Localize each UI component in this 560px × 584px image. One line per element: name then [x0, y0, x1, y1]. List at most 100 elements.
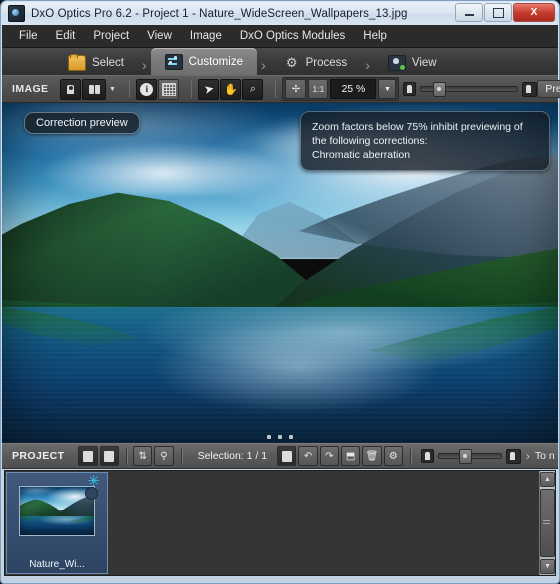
- zoom-controls: ✢ 1:1 25 % ▼: [282, 77, 400, 101]
- scrollbar-thumb[interactable]: [540, 489, 555, 557]
- image-toolbar: IMAGE ▼ i ➤ ✋ ⌕ ✢ 1:1 25 % ▼ Pre: [2, 76, 560, 103]
- tab-view-label: View: [411, 56, 437, 69]
- zoom-level-value[interactable]: 25 %: [330, 79, 377, 99]
- zoom-tool-button[interactable]: ⌕: [242, 78, 264, 100]
- application-window: DxO Optics Pro 6.2 - Project 1 - Nature_…: [0, 0, 560, 584]
- thumbnail-size-track[interactable]: [437, 449, 502, 464]
- menu-item-dxo-optics-modules[interactable]: DxO Optics Modules: [231, 27, 354, 45]
- window-controls: X: [454, 3, 555, 22]
- thumbnail-photo: [20, 487, 94, 535]
- thumbnail-size-slider[interactable]: [420, 448, 521, 464]
- list-item[interactable]: ✳ Nature_Wi...: [6, 472, 108, 574]
- hand-tool-button[interactable]: ✋: [220, 78, 242, 100]
- close-button[interactable]: X: [513, 3, 555, 22]
- menu-item-file[interactable]: File: [10, 27, 47, 45]
- tab-separator-2: ›: [260, 57, 266, 73]
- select-all-button[interactable]: ⬒: [341, 446, 361, 466]
- menu-item-view[interactable]: View: [138, 27, 181, 45]
- project-divider-1: [126, 448, 128, 464]
- grid-button[interactable]: [158, 78, 180, 100]
- zoom-slider-track[interactable]: [420, 82, 519, 97]
- grid-icon: [161, 82, 176, 96]
- workflow-tab-bar: Select › Customize › ⚙ Process › View: [2, 48, 558, 76]
- presets-button[interactable]: Presets ▼: [537, 80, 560, 98]
- project-divider-3: [409, 448, 412, 464]
- zoom-slider[interactable]: [403, 81, 538, 97]
- menu-item-project[interactable]: Project: [84, 27, 138, 45]
- tab-separator-1: ›: [141, 57, 147, 73]
- redo-button[interactable]: ↷: [319, 446, 339, 466]
- thumb-vignette: [20, 487, 94, 535]
- presets-label: Presets: [545, 83, 560, 95]
- add-image-button[interactable]: [99, 446, 120, 466]
- info-button[interactable]: i: [136, 78, 158, 100]
- thumbnail-size-knob[interactable]: [458, 449, 472, 464]
- scroll-down-button[interactable]: ▼: [540, 559, 555, 574]
- splitter-dot: [289, 435, 293, 439]
- fit-to-window-button[interactable]: ✢: [285, 79, 307, 99]
- expand-chevron-icon[interactable]: ›: [521, 449, 535, 463]
- tab-select[interactable]: Select: [54, 50, 138, 75]
- dxo-app-icon: [8, 5, 25, 22]
- tab-process-label: Process: [305, 56, 348, 69]
- selection-count-label: Selection: 1 / 1: [197, 450, 268, 462]
- correction-preview-badge[interactable]: Correction preview: [24, 112, 140, 134]
- one-to-one-button[interactable]: 1:1: [308, 79, 329, 99]
- splitter-dot: [278, 435, 282, 439]
- title-bar: DxO Optics Pro 6.2 - Project 1 - Nature_…: [2, 2, 558, 25]
- tab-view[interactable]: View: [374, 50, 451, 75]
- notice-line-3: Chromatic aberration: [312, 149, 411, 161]
- zoom-slider-knob[interactable]: [433, 82, 447, 97]
- processing-dot-icon: [85, 487, 98, 500]
- trailing-label: To n: [534, 450, 555, 462]
- toolbar-section-label: IMAGE: [12, 83, 49, 95]
- view-mode-group: ▼: [60, 78, 117, 100]
- project-divider-2: [180, 448, 183, 464]
- image-viewer[interactable]: Correction preview Zoom factors below 75…: [2, 103, 558, 443]
- info-grid-group: i: [136, 78, 180, 100]
- hand-icon: ✋: [224, 83, 238, 96]
- pointer-tool-button[interactable]: ➤: [198, 78, 220, 100]
- settings-button[interactable]: ⚙: [383, 446, 403, 466]
- zoom-warning-notice: Zoom factors below 75% inhibit previewin…: [300, 111, 550, 171]
- large-thumbnail-icon: [505, 448, 521, 464]
- project-toolbar: PROJECT ⇅ ⚲ Selection: 1 / 1 ↶ ↷ ⬒ 🗑 ⚙ ›…: [2, 443, 558, 469]
- minimize-button[interactable]: [455, 3, 483, 22]
- menu-item-help[interactable]: Help: [354, 27, 396, 45]
- magnifier-icon: ⌕: [249, 82, 256, 95]
- project-filmstrip[interactable]: ✳ Nature_Wi... ▲ ▼: [4, 470, 556, 576]
- toolbar-divider-1: [129, 80, 131, 98]
- splitter-dot: [267, 435, 271, 439]
- delete-button[interactable]: 🗑: [362, 446, 382, 466]
- maximize-button[interactable]: [484, 3, 512, 22]
- image-info-button[interactable]: [78, 446, 98, 466]
- small-thumbnail-icon: [420, 449, 434, 463]
- rename-button[interactable]: [277, 446, 297, 466]
- sort-button[interactable]: ⇅: [133, 446, 153, 466]
- menu-item-image[interactable]: Image: [181, 27, 231, 45]
- menu-item-edit[interactable]: Edit: [47, 27, 85, 45]
- view-mode-caret-icon[interactable]: ▼: [107, 86, 117, 93]
- zoom-dropdown-caret-icon[interactable]: ▼: [378, 79, 397, 99]
- thumbnail-image: [19, 486, 95, 536]
- sliders-icon: [164, 53, 183, 70]
- large-thumb-icon: [522, 81, 538, 97]
- single-view-button[interactable]: [60, 78, 82, 100]
- menu-bar: File Edit Project View Image DxO Optics …: [2, 25, 558, 48]
- filter-button[interactable]: ⚲: [154, 446, 174, 466]
- gears-icon: ⚙: [285, 54, 298, 70]
- panel-splitter-handle[interactable]: [2, 433, 558, 441]
- notice-line-2: the following corrections:: [312, 135, 428, 147]
- toolbar-divider-2: [191, 80, 193, 98]
- tools-group: ➤ ✋ ⌕: [198, 78, 264, 100]
- pointer-icon: ➤: [202, 81, 216, 97]
- scroll-up-button[interactable]: ▲: [540, 472, 555, 487]
- tab-process[interactable]: ⚙ Process: [270, 50, 362, 75]
- compare-view-button[interactable]: [82, 78, 107, 100]
- filmstrip-scrollbar[interactable]: ▲ ▼: [539, 471, 555, 575]
- image-check-icon: [387, 54, 406, 71]
- info-icon: i: [140, 82, 154, 96]
- tab-customize[interactable]: Customize: [150, 48, 257, 75]
- tab-separator-3: ›: [365, 57, 370, 73]
- undo-button[interactable]: ↶: [298, 446, 318, 466]
